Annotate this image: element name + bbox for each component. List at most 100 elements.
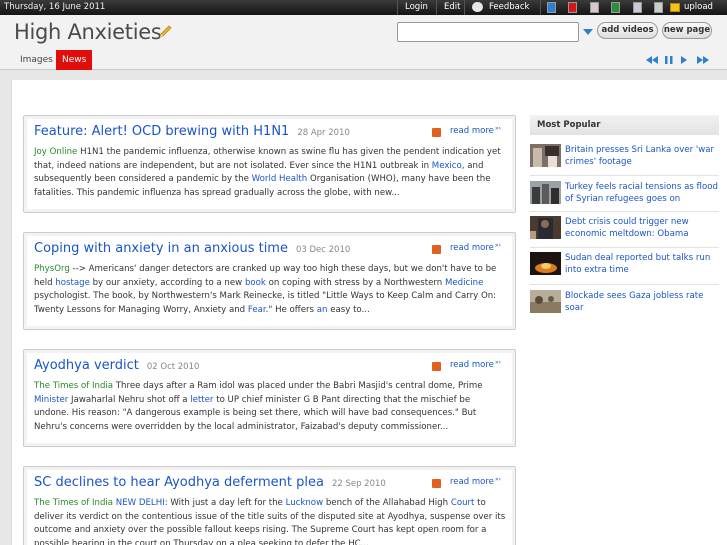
most-popular-heading: Most Popular bbox=[530, 115, 719, 135]
divider bbox=[530, 211, 719, 212]
read-more-arrow-icon[interactable]: »› bbox=[495, 242, 501, 249]
keyword-link[interactable]: an bbox=[317, 305, 328, 315]
theme-swatch[interactable] bbox=[568, 2, 577, 13]
popular-item-link[interactable]: Sudan deal reported but talks run into e… bbox=[565, 252, 719, 276]
article-summary: Joy Online H1N1 the pandemic influenza, … bbox=[34, 146, 506, 200]
article-title[interactable]: Feature: Alert! OCD brewing with H1N1 28 … bbox=[34, 124, 350, 139]
read-more-arrow-icon[interactable]: »› bbox=[495, 125, 501, 132]
play-icon[interactable] bbox=[681, 56, 687, 64]
popular-item-link[interactable]: Britain presses Sri Lanka over 'war crim… bbox=[565, 144, 719, 168]
current-date: Thursday, 16 June 2011 bbox=[4, 2, 106, 12]
article-text: ." He offers bbox=[265, 304, 317, 315]
popular-item-link[interactable]: Blockade sees Gaza jobless rate soar bbox=[565, 290, 719, 314]
article-source[interactable]: The Times of India bbox=[34, 381, 113, 391]
search-dropdown-icon[interactable] bbox=[583, 29, 593, 35]
read-more-link[interactable]: read more bbox=[450, 477, 494, 487]
upload-icon[interactable] bbox=[670, 3, 680, 12]
article-date: 03 Dec 2010 bbox=[295, 245, 351, 255]
divider bbox=[397, 0, 398, 15]
article-text: H1N1 the pandemic influenza, otherwise k… bbox=[34, 147, 501, 171]
keyword-link[interactable]: Medicine bbox=[445, 278, 483, 288]
article-text: bench of the Allahabad High bbox=[323, 498, 451, 508]
edit-link[interactable]: Edit bbox=[444, 2, 460, 12]
article-summary: The Times of India NEW DELHI: With just … bbox=[34, 497, 506, 545]
top-bar: Thursday, 16 June 2011 Login Edit Feedba… bbox=[0, 0, 727, 15]
keyword-link[interactable]: NEW DELHI bbox=[116, 498, 165, 508]
new-page-button[interactable]: new page bbox=[662, 22, 712, 39]
article-title[interactable]: SC declines to hear Ayodhya deferment pl… bbox=[34, 475, 386, 490]
read-more-link[interactable]: read more bbox=[450, 126, 494, 136]
rss-icon[interactable] bbox=[432, 128, 441, 137]
article-source[interactable]: The Times of India bbox=[34, 498, 113, 508]
keyword-link[interactable]: hostage bbox=[55, 278, 90, 288]
theme-swatch[interactable] bbox=[547, 2, 556, 13]
site-logo[interactable]: High Anxieties bbox=[14, 20, 162, 44]
news-card: Ayodhya verdict 02 Oct 2010 read more »› … bbox=[23, 349, 516, 447]
search-input[interactable] bbox=[397, 22, 579, 42]
keyword-link[interactable]: Lucknow bbox=[286, 498, 324, 508]
popular-item-link[interactable]: Turkey feels racial tensions as flood of… bbox=[565, 181, 719, 205]
divider bbox=[464, 0, 465, 15]
fast-forward-icon[interactable] bbox=[697, 56, 709, 64]
news-card: Feature: Alert! OCD brewing with H1N1 28 … bbox=[23, 115, 516, 213]
divider bbox=[530, 247, 719, 248]
read-more-link[interactable]: read more bbox=[450, 360, 494, 370]
news-thumbnail[interactable] bbox=[530, 144, 561, 167]
news-thumbnail[interactable] bbox=[530, 252, 561, 275]
rss-icon[interactable] bbox=[432, 479, 441, 488]
article-source[interactable]: PhysOrg bbox=[34, 264, 70, 274]
theme-swatch[interactable] bbox=[654, 2, 663, 13]
rss-icon[interactable] bbox=[432, 362, 441, 371]
pencil-icon[interactable] bbox=[157, 24, 173, 40]
article-date: 28 Apr 2010 bbox=[297, 128, 350, 138]
pause-icon[interactable] bbox=[665, 56, 673, 64]
article-text: Jawaharlal Nehru shot off a bbox=[68, 394, 191, 405]
theme-swatch[interactable] bbox=[590, 2, 599, 13]
article-text: : With just a day left for the bbox=[164, 498, 286, 508]
keyword-link[interactable]: Minister bbox=[34, 395, 68, 405]
keyword-link[interactable]: World Health bbox=[252, 174, 308, 184]
article-date: 22 Sep 2010 bbox=[331, 479, 386, 489]
read-more-arrow-icon[interactable]: »› bbox=[495, 476, 501, 483]
rewind-icon[interactable] bbox=[646, 56, 658, 64]
nav-tabs: Images News bbox=[0, 50, 727, 70]
news-card: SC declines to hear Ayodhya deferment pl… bbox=[23, 466, 516, 545]
feedback-icon[interactable] bbox=[472, 2, 483, 12]
theme-swatch[interactable] bbox=[633, 2, 642, 13]
feedback-link[interactable]: Feedback bbox=[489, 2, 529, 12]
keyword-link[interactable]: book bbox=[245, 278, 266, 288]
article-title[interactable]: Coping with anxiety in an anxious time 03… bbox=[34, 241, 350, 256]
article-summary: The Times of India Three days after a Ra… bbox=[34, 380, 506, 434]
theme-swatch[interactable] bbox=[611, 2, 620, 13]
news-thumbnail[interactable] bbox=[530, 290, 561, 313]
read-more-link[interactable]: read more bbox=[450, 243, 494, 253]
login-link[interactable]: Login bbox=[405, 2, 428, 12]
article-date: 02 Oct 2010 bbox=[146, 362, 200, 372]
rss-icon[interactable] bbox=[432, 245, 441, 254]
divider bbox=[530, 175, 719, 176]
header: High Anxieties add videos new page bbox=[0, 15, 727, 50]
main-content: Feature: Alert! OCD brewing with H1N1 28 … bbox=[11, 80, 727, 545]
article-text: on coping with stress by a Northwestern bbox=[265, 277, 445, 288]
article-summary: PhysOrg --> Americans' danger detectors … bbox=[34, 263, 506, 317]
news-card: Coping with anxiety in an anxious time 03… bbox=[23, 232, 516, 330]
upload-link[interactable]: upload bbox=[684, 2, 713, 12]
tab-news[interactable]: News bbox=[56, 50, 93, 70]
read-more-arrow-icon[interactable]: »› bbox=[495, 359, 501, 366]
keyword-link[interactable]: Mexico bbox=[432, 161, 462, 171]
divider bbox=[436, 0, 437, 15]
divider bbox=[540, 0, 541, 15]
news-thumbnail[interactable] bbox=[530, 181, 561, 204]
article-text: Three days after a Ram idol was placed u… bbox=[113, 381, 483, 391]
divider bbox=[530, 284, 719, 285]
keyword-link[interactable]: letter bbox=[190, 395, 213, 405]
add-videos-button[interactable]: add videos bbox=[597, 22, 658, 39]
popular-item-link[interactable]: Debt crisis could trigger new economic m… bbox=[565, 216, 719, 240]
article-text: easy to... bbox=[327, 304, 370, 315]
article-title[interactable]: Ayodhya verdict 02 Oct 2010 bbox=[34, 358, 199, 373]
news-thumbnail[interactable] bbox=[530, 216, 561, 239]
keyword-link[interactable]: Fear bbox=[248, 305, 266, 315]
article-source[interactable]: Joy Online bbox=[34, 147, 77, 157]
tab-images[interactable]: Images bbox=[14, 50, 59, 70]
keyword-link[interactable]: Court bbox=[451, 498, 475, 508]
